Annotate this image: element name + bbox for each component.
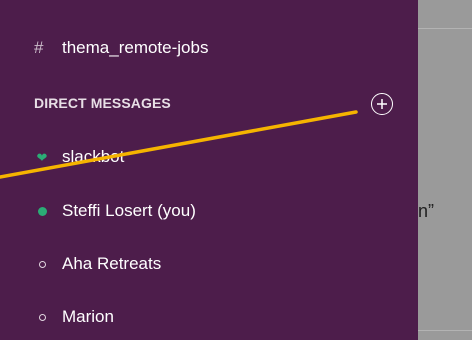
dm-item-aha-retreats[interactable]: Aha Retreats	[34, 251, 161, 277]
presence-online-icon	[34, 203, 50, 219]
dm-label: slackbot	[62, 147, 125, 166]
dm-label: Aha Retreats	[62, 254, 162, 273]
divider	[418, 28, 472, 29]
presence-offline-icon	[34, 256, 50, 272]
app-window: # thema_remote-jobs DIRECT MESSAGES ❤ sl…	[0, 0, 472, 340]
add-direct-message-button[interactable]	[371, 93, 393, 115]
sidebar: # thema_remote-jobs DIRECT MESSAGES ❤ sl…	[0, 0, 418, 340]
sidebar-item-channel[interactable]: # thema_remote-jobs	[34, 35, 208, 61]
direct-messages-header[interactable]: DIRECT MESSAGES	[34, 95, 171, 111]
dm-item-slackbot[interactable]: ❤ slackbot	[34, 144, 125, 170]
dm-label: Steffi Losert (you)	[62, 201, 196, 220]
dm-item-marion[interactable]: Marion	[34, 304, 114, 330]
plus-icon	[377, 99, 387, 109]
presence-offline-icon	[34, 309, 50, 325]
dm-item-self[interactable]: Steffi Losert (you)	[34, 198, 196, 224]
dm-label: Marion	[62, 307, 114, 326]
heart-icon: ❤	[36, 149, 48, 165]
channel-label: thema_remote-jobs	[62, 38, 209, 57]
main-content-overlay	[418, 0, 472, 340]
divider	[418, 330, 472, 331]
message-snippet: n”	[418, 201, 435, 221]
hash-icon: #	[34, 38, 44, 57]
